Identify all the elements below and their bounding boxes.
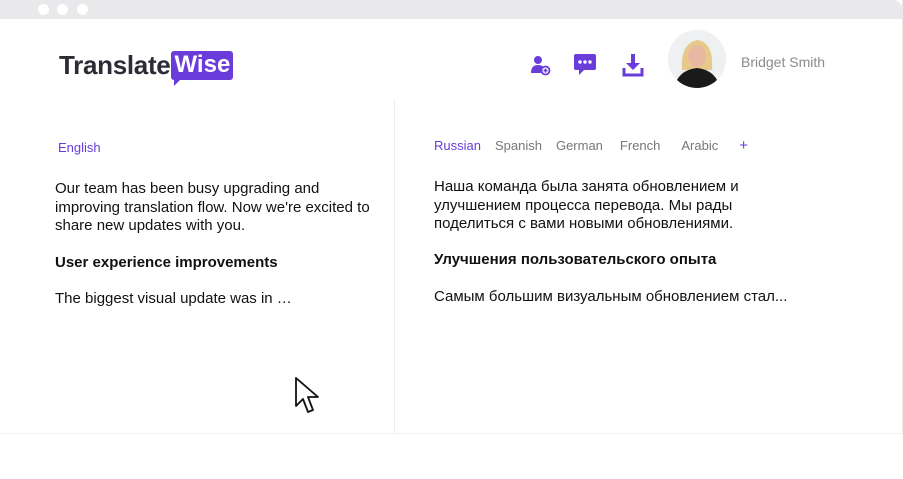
- translation-paragraph-1: Наша команда была занята обновлением и у…: [434, 178, 739, 232]
- add-user-icon: [531, 56, 551, 76]
- user-name[interactable]: Bridget Smith: [741, 54, 825, 70]
- panel-divider: [394, 100, 395, 433]
- tab-spanish[interactable]: Spanish: [495, 138, 542, 153]
- chat-icon: [574, 54, 596, 75]
- download-icon: [622, 54, 644, 77]
- translation-heading: Улучшения пользовательского опыта: [434, 251, 717, 268]
- window-dot-1[interactable]: [38, 4, 49, 15]
- add-user-button[interactable]: [527, 52, 553, 78]
- window-dot-2[interactable]: [57, 4, 68, 15]
- tab-arabic[interactable]: Arabic: [681, 138, 718, 153]
- mouse-pointer-icon: [295, 377, 319, 413]
- chat-button[interactable]: [572, 52, 598, 78]
- add-language-button[interactable]: +: [739, 137, 748, 154]
- logo-text-translate: Translate: [59, 49, 171, 80]
- app-logo: Translate Wise: [59, 49, 234, 86]
- download-button[interactable]: [620, 52, 646, 78]
- translation-paragraph-2: Самым большим визуальным обновлением ста…: [434, 288, 788, 305]
- source-heading[interactable]: User experience improvements: [55, 254, 375, 273]
- app-window: Translate Wise Bridget Smith English Rus…: [0, 0, 903, 434]
- source-paragraph-1[interactable]: Our team has been busy upgrading and imp…: [55, 180, 375, 236]
- tab-german[interactable]: German: [556, 138, 603, 153]
- source-language-tab[interactable]: English: [58, 140, 101, 155]
- window-dot-3[interactable]: [77, 4, 88, 15]
- user-photo: [668, 30, 726, 88]
- title-bar: [0, 0, 902, 19]
- logo-text-wise: Wise: [171, 50, 234, 86]
- target-language-tabs: Russian Spanish German French Arabic +: [434, 137, 748, 154]
- avatar[interactable]: [668, 30, 726, 88]
- tab-russian[interactable]: Russian: [434, 138, 481, 153]
- tab-french[interactable]: French: [620, 138, 660, 153]
- source-paragraph-2[interactable]: The biggest visual update was in …: [55, 290, 375, 309]
